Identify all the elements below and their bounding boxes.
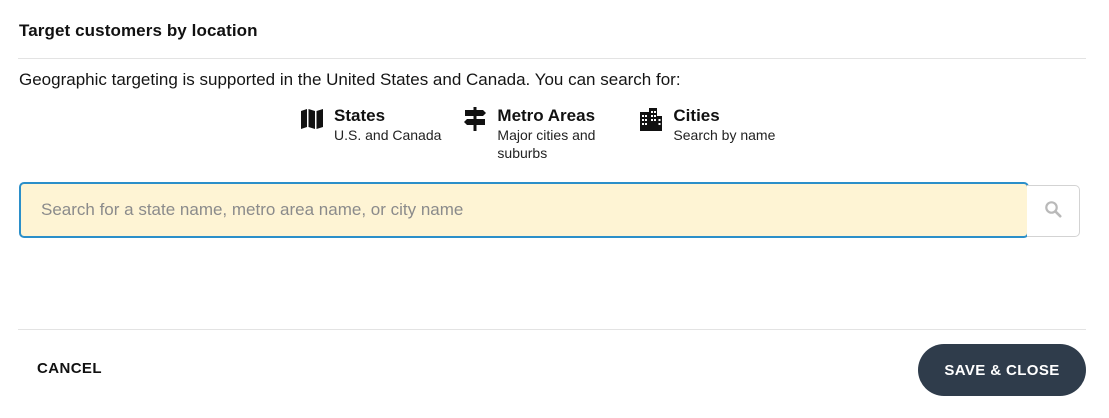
option-description: Search by name <box>673 127 776 143</box>
option-metro-areas: Metro Areas Major cities and suburbs <box>463 106 617 162</box>
search-button[interactable] <box>1027 185 1080 237</box>
option-label: Cities <box>673 106 720 125</box>
search-options: States U.S. and Canada Metro Areas Major… <box>300 106 775 162</box>
dialog-title: Target customers by location <box>19 21 258 40</box>
option-cities: Cities Search by name <box>639 106 775 162</box>
map-icon <box>300 107 324 131</box>
city-icon <box>639 107 663 131</box>
footer-divider <box>18 329 1086 330</box>
option-description: U.S. and Canada <box>334 127 442 143</box>
search-icon <box>1044 200 1062 223</box>
option-label: States <box>334 106 386 125</box>
option-label: Metro Areas <box>497 106 596 125</box>
option-cities-text: Cities Search by name <box>673 106 775 144</box>
intro-text: Geographic targeting is supported in the… <box>19 70 681 89</box>
option-states-text: States U.S. and Canada <box>334 106 441 144</box>
cancel-button[interactable]: CANCEL <box>37 360 102 377</box>
save-and-close-button[interactable]: SAVE & CLOSE <box>918 344 1086 396</box>
location-targeting-dialog: Target customers by location Geographic … <box>0 0 1109 418</box>
signpost-icon <box>463 107 487 131</box>
location-search-input[interactable] <box>19 182 1029 238</box>
location-search <box>19 182 1081 240</box>
header-divider <box>18 58 1086 59</box>
option-metro-text: Metro Areas Major cities and suburbs <box>497 106 617 162</box>
option-description: Major cities and suburbs <box>497 127 596 161</box>
option-states: States U.S. and Canada <box>300 106 441 162</box>
